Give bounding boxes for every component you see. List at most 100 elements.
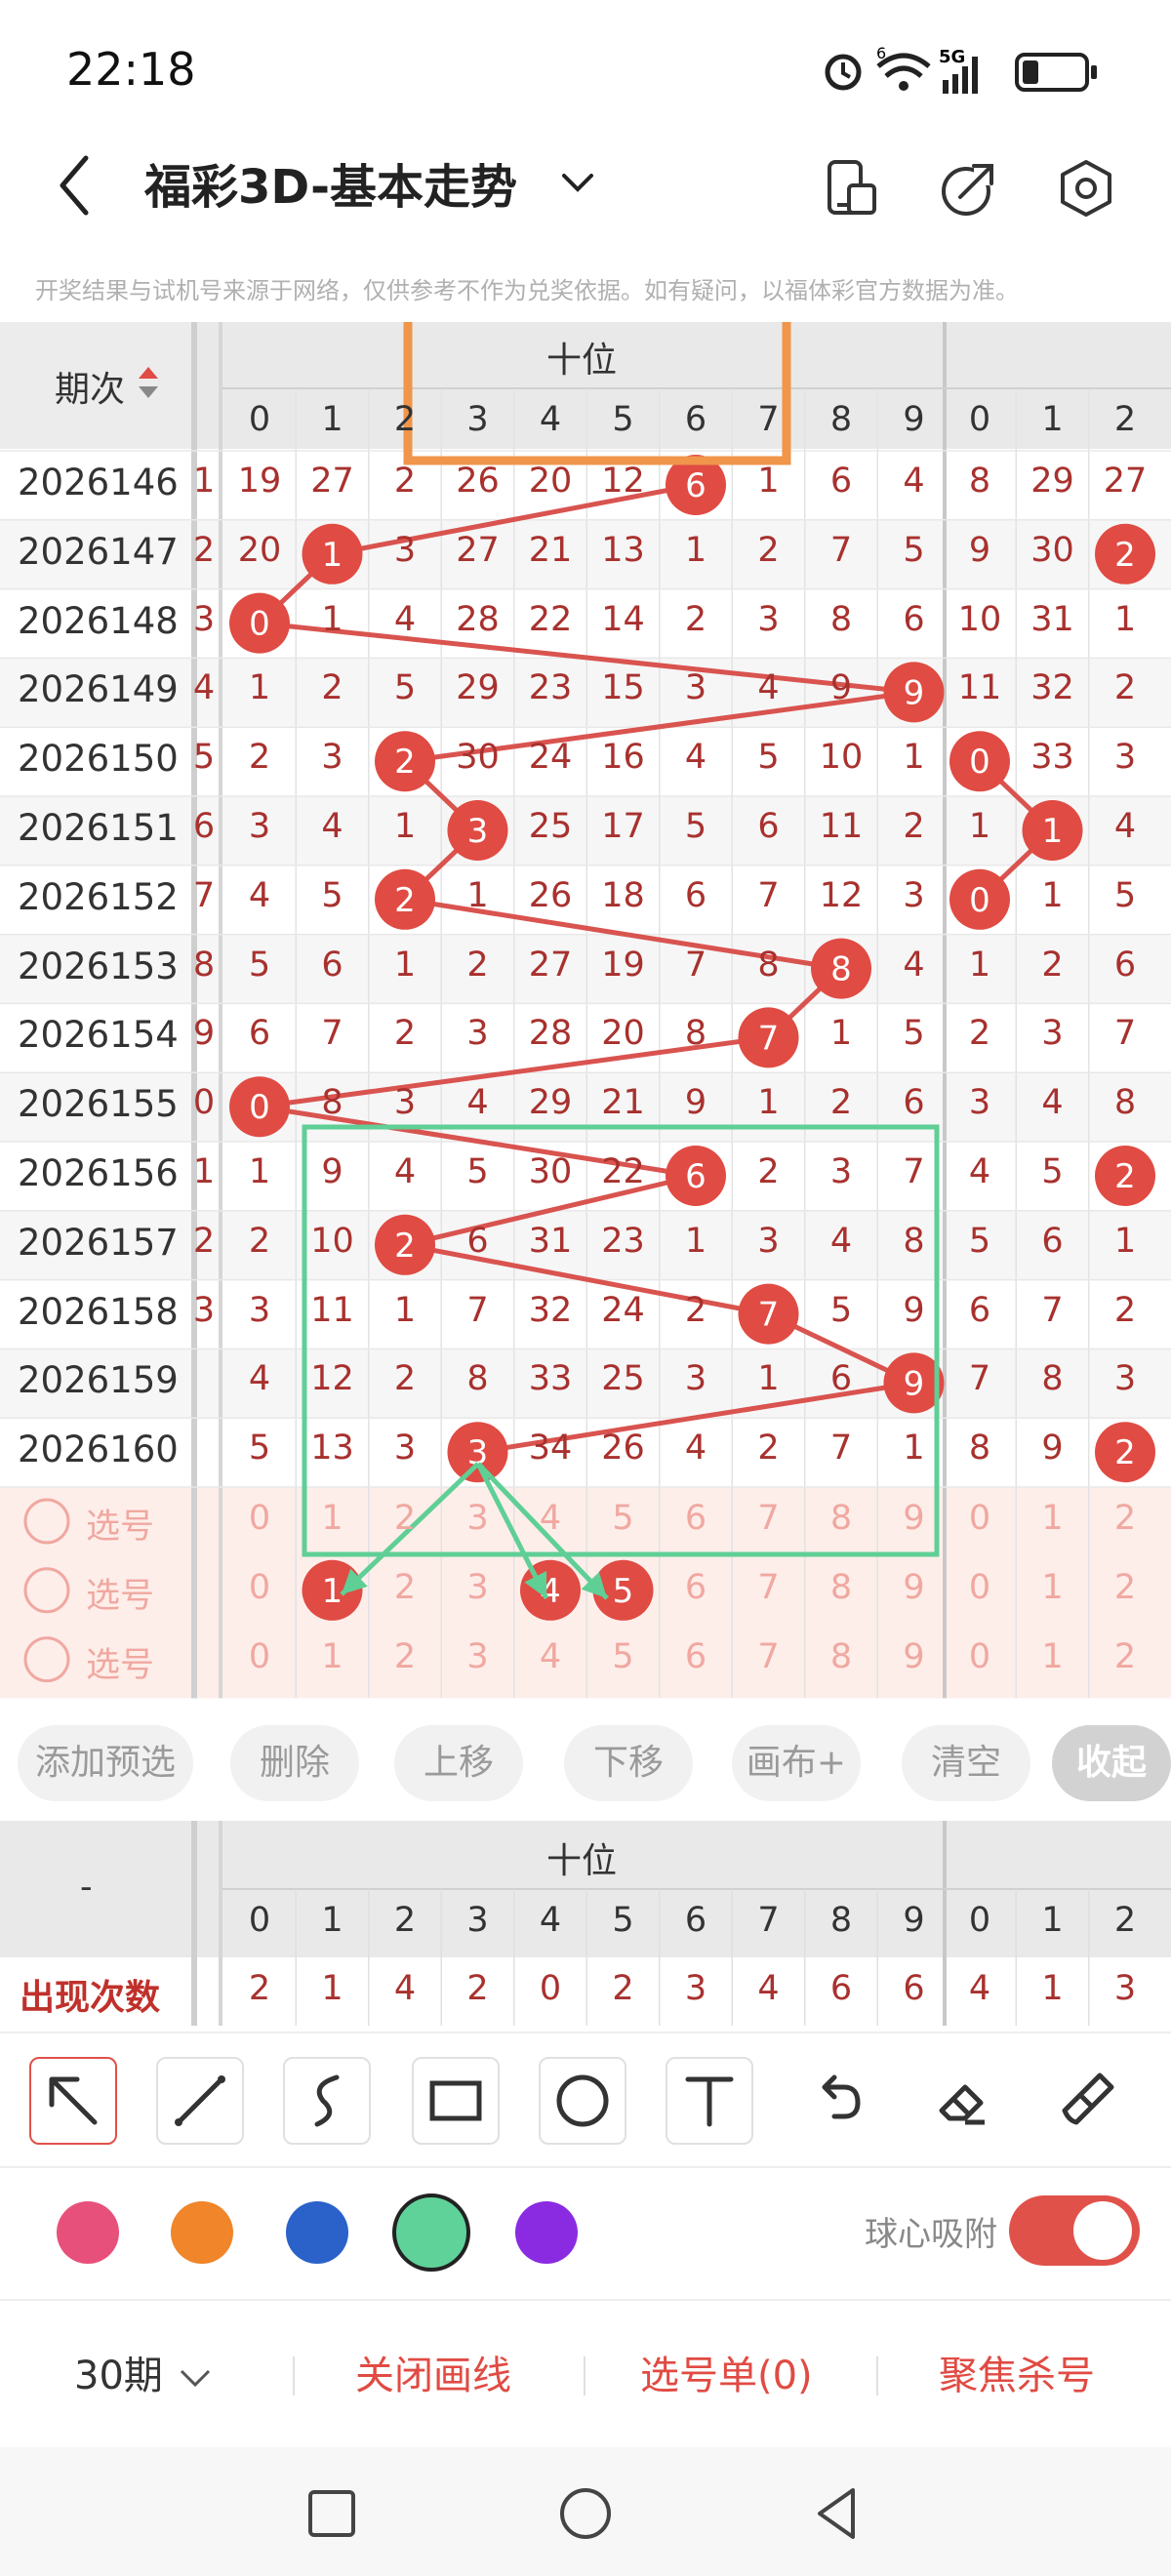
select-cell[interactable]: 2 — [1092, 1637, 1158, 1676]
select-cell[interactable]: 5 — [590, 1637, 657, 1676]
select-cell[interactable]: 8 — [808, 1499, 874, 1538]
select-cell[interactable]: 0 — [226, 1568, 293, 1607]
cell-value: 4 — [903, 462, 925, 501]
action-button[interactable]: 收起 — [1052, 1725, 1171, 1801]
color-swatch[interactable] — [57, 2201, 119, 2264]
select-row-label[interactable]: 选号 — [86, 1637, 154, 1687]
color-swatch[interactable] — [515, 2201, 578, 2264]
cell-value: 6 — [903, 1083, 925, 1123]
cell-value: 3 — [393, 1429, 417, 1469]
select-cell[interactable]: 6 — [663, 1499, 729, 1538]
sort-icon[interactable] — [137, 363, 160, 402]
period-label: 2026154 — [18, 1014, 179, 1057]
cell-value: 2 — [393, 462, 417, 501]
settings-icon[interactable] — [1054, 156, 1118, 221]
cell-value: 30 — [528, 1152, 573, 1191]
action-button[interactable]: 删除 — [230, 1725, 359, 1801]
text-tool[interactable] — [666, 2057, 753, 2145]
select-arrow-icon — [49, 2076, 98, 2125]
select-cell[interactable]: 1 — [1020, 1568, 1086, 1607]
select-cell[interactable]: 4 — [517, 1499, 584, 1538]
select-cell[interactable]: 2 — [372, 1499, 438, 1538]
brush-tool[interactable] — [1046, 2057, 1130, 2141]
select-cell[interactable]: 6 — [663, 1568, 729, 1607]
recents-icon[interactable] — [304, 2486, 359, 2541]
select-cell[interactable]: 8 — [808, 1568, 874, 1607]
back-button[interactable] — [47, 146, 105, 224]
cell-value: 8 — [829, 599, 853, 639]
cell-value: 4 — [1041, 1083, 1064, 1123]
focus-kill-button[interactable]: 聚焦杀号 — [939, 2342, 1095, 2410]
select-cell[interactable]: 2 — [372, 1568, 438, 1607]
select-cell[interactable]: 7 — [736, 1637, 802, 1676]
select-cell[interactable]: 0 — [226, 1499, 293, 1538]
cellular-signal-icon: 5G — [939, 47, 978, 94]
color-swatch[interactable] — [286, 2201, 348, 2264]
cell-value: 12 — [819, 875, 864, 915]
digit-header: 3 — [466, 400, 489, 439]
action-button[interactable]: 上移 — [394, 1725, 523, 1801]
select-cell[interactable]: 4 — [517, 1637, 584, 1676]
action-button[interactable]: 画布+ — [732, 1725, 861, 1801]
select-row-label[interactable]: 选号 — [86, 1568, 154, 1618]
select-cell[interactable]: 7 — [736, 1568, 802, 1607]
select-cell[interactable]: 3 — [445, 1568, 511, 1607]
cell-value: 10 — [819, 738, 864, 778]
select-cell[interactable]: 1 — [300, 1499, 366, 1538]
eraser-tool[interactable] — [919, 2057, 1003, 2141]
select-cell[interactable]: 0 — [947, 1637, 1013, 1676]
select-cell[interactable]: 0 — [226, 1637, 293, 1676]
selection-list-button[interactable]: 选号单(0) — [640, 2342, 813, 2410]
select-row-label[interactable]: 选号 — [86, 1499, 154, 1549]
freehand-tool[interactable] — [283, 2057, 371, 2145]
home-icon[interactable] — [556, 2484, 615, 2543]
edge-value: 5 — [192, 738, 216, 778]
select-cell[interactable]: 2 — [372, 1637, 438, 1676]
select-cell[interactable]: 2 — [1092, 1499, 1158, 1538]
magnet-toggle[interactable] — [1009, 2195, 1140, 2266]
select-cell[interactable]: 8 — [808, 1637, 874, 1676]
page-title[interactable]: 福彩3D-基本走势 — [144, 148, 517, 217]
select-arrow-tool[interactable] — [29, 2057, 117, 2145]
select-cell[interactable]: 3 — [445, 1637, 511, 1676]
select-cell[interactable]: 7 — [736, 1499, 802, 1538]
close-lines-button[interactable]: 关闭画线 — [355, 2342, 511, 2410]
undo-tool[interactable] — [792, 2057, 876, 2141]
chevron-down-icon[interactable] — [558, 168, 597, 197]
cell-value: 3 — [248, 807, 271, 846]
color-swatch[interactable] — [392, 2194, 470, 2272]
select-cell[interactable]: 9 — [881, 1568, 948, 1607]
cell-value: 2 — [321, 668, 343, 708]
digit-header: 2 — [1113, 1901, 1137, 1940]
cell-value: 6 — [829, 462, 853, 501]
select-cell[interactable]: 1 — [300, 1637, 366, 1676]
edge-value: 3 — [192, 1290, 216, 1330]
select-cell[interactable]: 0 — [947, 1568, 1013, 1607]
action-button[interactable]: 下移 — [564, 1725, 693, 1801]
select-cell[interactable]: 6 — [663, 1637, 729, 1676]
action-button[interactable]: 清空 — [902, 1725, 1030, 1801]
cell-value: 25 — [601, 1359, 645, 1399]
select-cell[interactable]: 1 — [1020, 1637, 1086, 1676]
phone-layout-icon[interactable] — [820, 156, 884, 221]
divider — [0, 2299, 1171, 2301]
action-button[interactable]: 添加预选 — [18, 1725, 193, 1801]
line-tool[interactable] — [156, 2057, 244, 2145]
select-cell[interactable]: 0 — [947, 1499, 1013, 1538]
rectangle-tool[interactable] — [412, 2057, 500, 2145]
cell-value: 3 — [757, 1221, 780, 1261]
back-nav-icon[interactable] — [808, 2484, 867, 2543]
circle-tool[interactable] — [539, 2057, 626, 2145]
select-cell[interactable]: 2 — [1092, 1568, 1158, 1607]
cell-value: 3 — [829, 1152, 853, 1191]
period-header[interactable]: 期次 — [55, 361, 125, 412]
select-cell[interactable]: 1 — [1020, 1499, 1086, 1538]
select-cell[interactable]: 5 — [590, 1499, 657, 1538]
color-swatch[interactable] — [171, 2201, 233, 2264]
select-cell[interactable]: 9 — [881, 1637, 948, 1676]
share-icon[interactable] — [937, 156, 1001, 221]
select-cell[interactable]: 3 — [445, 1499, 511, 1538]
period-select[interactable]: 30期 — [74, 2342, 215, 2410]
digit-header: 0 — [248, 400, 271, 439]
select-cell[interactable]: 9 — [881, 1499, 948, 1538]
